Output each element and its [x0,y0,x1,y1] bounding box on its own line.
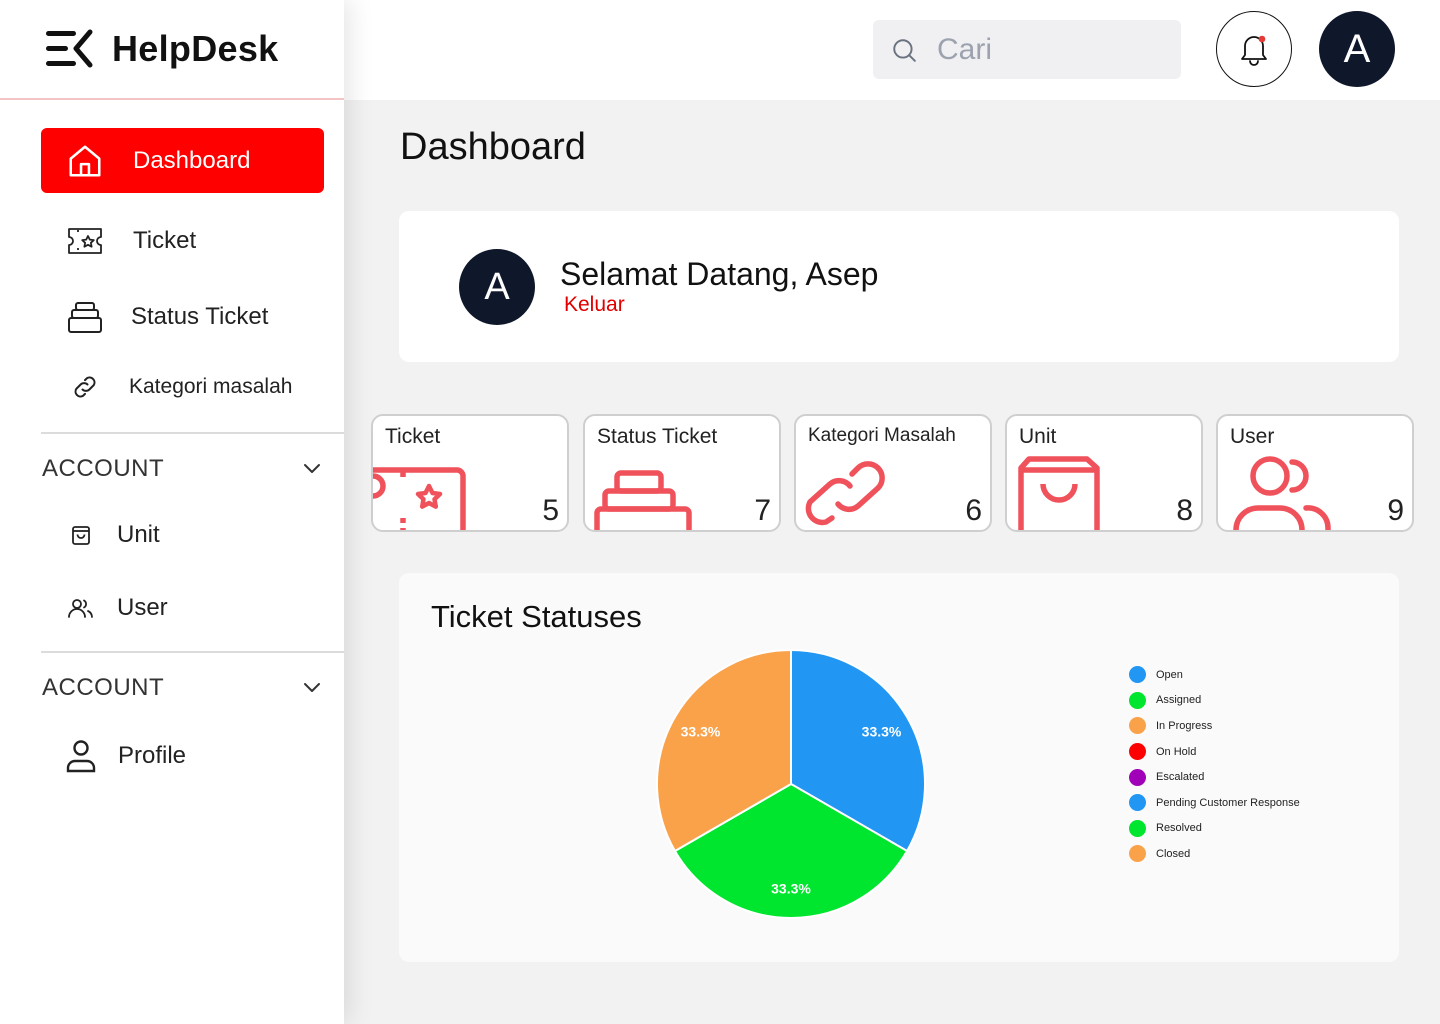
section-label: ACCOUNT [42,674,165,701]
link-icon [805,461,885,526]
sidebar: HelpDesk Dashboard Ticket Status Ticket … [0,0,344,1024]
stat-card-count: 8 [1176,494,1193,527]
link-icon [61,372,109,402]
welcome-card: A Selamat Datang, Asep Keluar [399,211,1399,362]
sidebar-item-label: Profile [118,741,187,769]
legend-label: Pending Customer Response [1156,796,1300,809]
logo-icon [46,29,93,68]
search-input[interactable] [937,32,1157,67]
pie-slice-label: 33.3% [862,724,902,740]
notification-dot [1258,35,1266,43]
sidebar-item-label: Status Ticket [131,302,269,330]
legend-label: Resolved [1156,822,1202,835]
sidebar-item-kategori-masalah[interactable]: Kategori masalah [41,354,324,419]
stat-card-title: User [1230,425,1275,448]
stack-icon [594,470,692,530]
legend-item[interactable]: Resolved [1129,816,1300,842]
legend-label: Closed [1156,847,1191,860]
legend-item[interactable]: In Progress [1129,713,1300,739]
avatar[interactable]: A [1319,11,1395,87]
legend-label: Open [1156,668,1183,681]
stat-card-count: 6 [965,494,982,527]
sidebar-item-status-ticket[interactable]: Status Ticket [41,284,324,349]
divider [41,432,344,434]
chart-legend: Open Assigned In Progress On Hold Escalated P… [1129,662,1300,867]
legend-label: On Hold [1156,745,1197,758]
sidebar-item-label: Ticket [133,226,197,254]
avatar: A [459,249,535,325]
ticket-status-chart: Ticket Statuses 33.3% 33.3% 33.3% Open Assi… [399,573,1399,962]
legend-swatch [1129,794,1146,812]
legend-label: In Progress [1156,719,1213,732]
sidebar-item-label: Unit [117,520,160,548]
stat-card-count: 7 [754,494,771,527]
stat-card-ticket[interactable]: Ticket 5 [371,414,569,532]
legend-item[interactable]: Closed [1129,841,1300,867]
search-icon [893,38,916,62]
stat-card-user[interactable]: User 9 [1216,414,1414,532]
sidebar-item-label: User [117,593,168,621]
home-icon [61,142,109,180]
stat-card-status-ticket[interactable]: Status Ticket 7 [583,414,781,532]
divider [41,651,344,653]
stat-card-count: 9 [1387,494,1404,527]
top-bar: A [344,0,1440,100]
notification-button[interactable] [1216,11,1292,87]
ticket-icon [373,467,466,530]
legend-swatch [1129,768,1146,786]
pie-slice-label: 33.3% [771,881,811,897]
legend-item[interactable]: Pending Customer Response [1129,790,1300,816]
page-title: Dashboard [400,126,586,168]
legend-item[interactable]: Open [1129,662,1300,688]
search-box[interactable] [873,20,1181,79]
legend-swatch [1129,743,1146,761]
pie-slice-label: 33.3% [681,724,721,740]
app-name: HelpDesk [112,28,279,69]
bag-icon [1018,456,1100,530]
legend-item[interactable]: Assigned [1129,688,1300,714]
logout-link[interactable]: Keluar [564,293,625,317]
sidebar-item-dashboard[interactable]: Dashboard [41,128,324,193]
section-account-toggle[interactable]: ACCOUNT [42,451,322,487]
stat-card-title: Unit [1019,425,1057,448]
legend-swatch [1129,691,1146,709]
sidebar-item-label: Dashboard [133,146,251,174]
legend-swatch [1129,845,1146,863]
stat-card-kategori-masalah[interactable]: Kategori Masalah 6 [794,414,992,532]
welcome-greeting: Selamat Datang, Asep [560,256,879,292]
chevron-down-icon [304,464,320,473]
legend-label: Escalated [1156,771,1205,784]
legend-item[interactable]: Escalated [1129,764,1300,790]
stat-card-title: Status Ticket [597,425,718,448]
sidebar-item-user[interactable]: User [41,575,324,640]
chevron-down-icon [304,683,320,692]
sidebar-item-ticket[interactable]: Ticket [41,208,324,273]
user-icon [57,739,105,773]
ticket-icon [61,225,109,257]
bag-icon [57,523,105,547]
legend-item[interactable]: On Hold [1129,739,1300,765]
legend-swatch [1129,666,1146,684]
legend-swatch [1129,819,1146,837]
stat-card-title: Kategori Masalah [808,425,956,446]
section-account-toggle-2[interactable]: ACCOUNT [42,670,322,706]
section-label: ACCOUNT [42,455,165,482]
sidebar-item-label: Kategori masalah [129,374,293,398]
stat-card-unit[interactable]: Unit 8 [1005,414,1203,532]
stat-card-title: Ticket [385,425,441,448]
legend-label: Assigned [1156,694,1202,707]
users-icon [57,596,105,620]
stack-icon [61,300,109,334]
sidebar-item-profile[interactable]: Profile [41,723,324,788]
legend-swatch [1129,717,1146,735]
sidebar-item-unit[interactable]: Unit [41,502,324,567]
users-icon [1233,456,1331,530]
bell-icon [1241,35,1267,66]
stat-card-count: 5 [542,494,559,527]
brand[interactable]: HelpDesk [0,0,344,100]
